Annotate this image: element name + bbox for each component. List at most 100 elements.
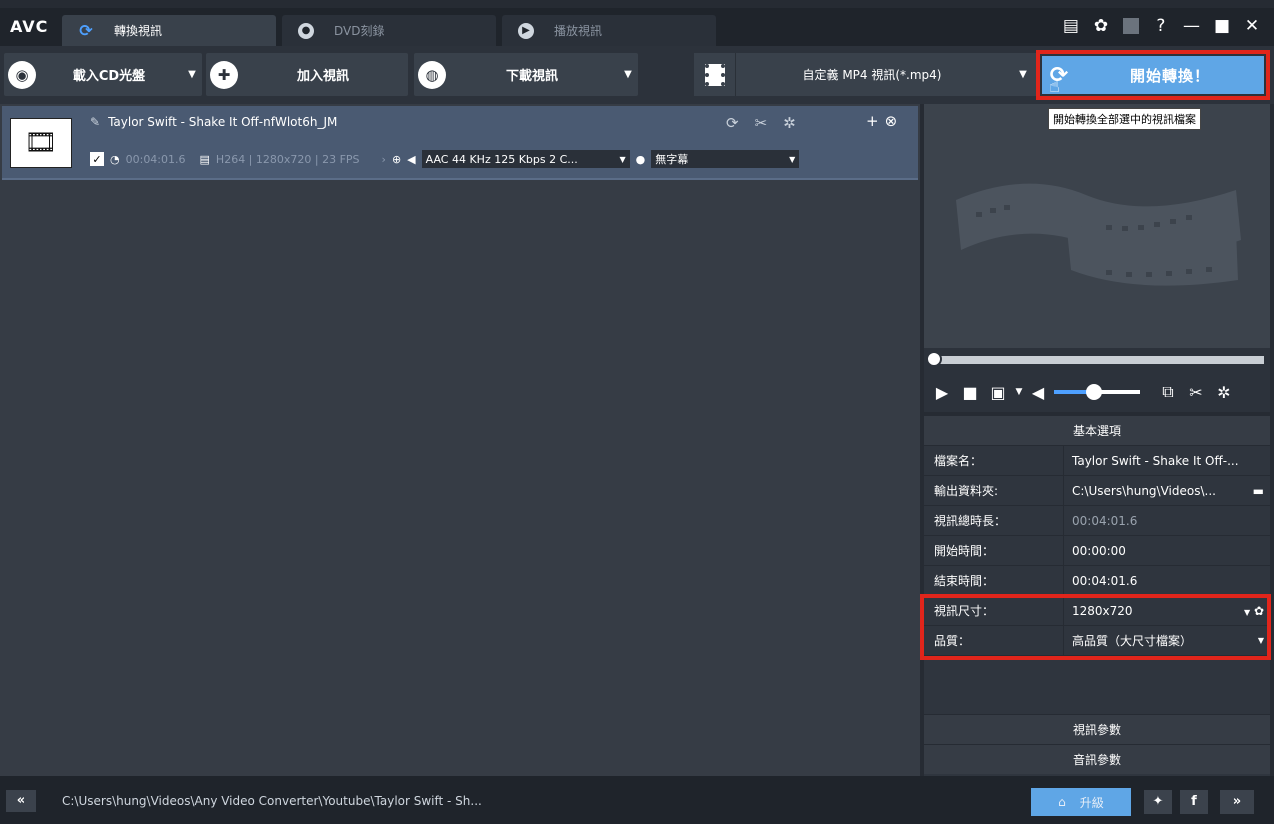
file-list[interactable]: 🎞 ✎ Taylor Swift - Shake It Off-nfWlot6h_… (0, 104, 920, 776)
tab-dvd-burn[interactable]: ● DVD刻錄 (282, 15, 496, 46)
refresh-icon[interactable]: ⟳ (726, 114, 739, 132)
list-item[interactable]: 🎞 ✎ Taylor Swift - Shake It Off-nfWlot6h_… (2, 106, 918, 180)
hand-cursor-icon: ☝ (1049, 76, 1060, 97)
file-title[interactable]: ✎ Taylor Swift - Shake It Off-nfWlot6h_JM (90, 115, 337, 129)
speaker-icon: ◀ (407, 152, 416, 166)
file-name: Taylor Swift - Shake It Off-nfWlot6h_JM (108, 115, 338, 129)
prop-value-text: C:\Users\hung\Videos\... (1072, 484, 1216, 498)
format-label: 自定義 MP4 視訊(*.mp4) (802, 68, 942, 82)
play-icon[interactable]: ▶ (928, 383, 956, 402)
copy-icon[interactable]: ⧉ (1154, 382, 1182, 402)
playback-progress[interactable] (924, 348, 1270, 372)
add-icon[interactable]: + (866, 112, 879, 130)
button-label: 開始轉換！ (1129, 66, 1210, 85)
title-bar: AVC ⟳ 轉換視訊 ● DVD刻錄 ▶ 播放視訊 ▤ ✿ ? — ■ ✕ (0, 8, 1274, 46)
add-video-button[interactable]: ✚ 加入視訊 (206, 53, 408, 96)
video-size-select[interactable]: 1280x720 ▼ ✿ (1064, 596, 1270, 625)
prop-row-output-folder: 輸出資料夾: C:\Users\hung\Videos\... ▬ (924, 476, 1270, 506)
prop-value[interactable]: Taylor Swift - Shake It Off-... (1064, 446, 1270, 475)
folder-icon[interactable]: ▬ (1253, 476, 1264, 505)
prop-row-filename: 檔案名： Taylor Swift - Shake It Off-... (924, 446, 1270, 476)
player-controls: ▶ ■ ▣ ▼ ◀ ⧉ ✂ ✲ (924, 372, 1270, 412)
stop-icon[interactable]: ■ (956, 383, 984, 402)
refresh-icon: ⟳ (79, 21, 93, 40)
expand-right-button[interactable]: » (1220, 790, 1254, 814)
volume-icon[interactable]: ◀ (1026, 383, 1050, 402)
prop-row-quality: 品質： 高品質（大尺寸檔案） ▼ (924, 626, 1270, 656)
scissors-icon[interactable]: ✂ (1182, 383, 1210, 402)
effects-icon[interactable]: ✲ (1210, 383, 1238, 402)
prop-value-text: 00:04:01.6 (1072, 574, 1138, 588)
gear-icon[interactable]: ✿ (1093, 16, 1109, 36)
prop-value[interactable]: C:\Users\hung\Videos\... ▬ (1064, 476, 1270, 505)
remove-icon[interactable]: ⊗ (885, 112, 898, 130)
quality-select[interactable]: 高品質（大尺寸檔案） ▼ (1064, 626, 1270, 655)
app-window: AVC ⟳ 轉換視訊 ● DVD刻錄 ▶ 播放視訊 ▤ ✿ ? — ■ ✕ ◉ … (0, 0, 1274, 824)
volume-handle[interactable] (1085, 384, 1102, 400)
scissors-icon[interactable]: ✂ (755, 114, 768, 132)
help-icon[interactable]: ? (1153, 16, 1169, 36)
maximize-icon[interactable]: ■ (1214, 16, 1230, 36)
tab-play-video[interactable]: ▶ 播放視訊 (502, 15, 716, 46)
gear-icon[interactable]: ✿ (1254, 604, 1264, 618)
prop-label: 輸出資料夾: (924, 476, 1064, 505)
chevron-down-icon[interactable]: ▼ (618, 69, 638, 80)
output-path: C:\Users\hung\Videos\Any Video Converter… (62, 794, 482, 808)
prop-value-text: 00:04:01.6 (1072, 514, 1138, 528)
basic-options-header[interactable]: 基本選項 (924, 416, 1270, 446)
tab-convert-video[interactable]: ⟳ 轉換視訊 (62, 15, 276, 46)
chevron-down-icon[interactable]: ▼ (1008, 69, 1038, 80)
subtitle-icon: ● (635, 152, 646, 166)
audio-track-value: AAC 44 KHz 125 Kbps 2 C... (425, 152, 578, 166)
facebook-icon[interactable]: f (1180, 790, 1208, 814)
button-label: 下載視訊 (505, 69, 558, 84)
prop-value-text: 高品質（大尺寸檔案） (1072, 634, 1193, 648)
divider (1122, 18, 1139, 34)
close-icon[interactable]: ✕ (1244, 16, 1260, 36)
status-bar: « C:\Users\hung\Videos\Any Video Convert… (0, 776, 1274, 824)
progress-track[interactable] (932, 356, 1264, 364)
prop-value[interactable]: 00:04:01.6 (1064, 566, 1270, 595)
chevron-down-icon[interactable]: ▼ (1012, 387, 1026, 397)
prop-label: 結束時間： (924, 566, 1064, 595)
progress-handle[interactable] (926, 351, 942, 367)
chevron-down-icon[interactable]: ▼ (1244, 608, 1250, 617)
start-convert-button[interactable]: ⟳ 開始轉換！ (1042, 56, 1264, 94)
chevron-down-icon[interactable]: ▼ (182, 69, 202, 80)
snapshot-icon[interactable]: ▣ (984, 383, 1012, 402)
audio-params-section[interactable]: 音訊參數 (924, 744, 1270, 774)
tab-label: 播放視訊 (554, 24, 603, 38)
twitter-icon[interactable]: ✦ (1144, 790, 1172, 814)
volume-slider[interactable] (1054, 384, 1140, 400)
chevron-down-icon[interactable]: ▼ (1258, 626, 1264, 655)
video-params-section[interactable]: 視訊參數 (924, 714, 1270, 744)
video-preview (924, 104, 1270, 348)
toolbar: ◉ 載入CD光盤 ▼ ✚ 加入視訊 ◍ 下載視訊 ▼ 自定義 MP4 視訊(*.… (0, 46, 1274, 104)
film-icon: ▤ (199, 152, 210, 166)
load-cd-button[interactable]: ◉ 載入CD光盤 ▼ (4, 53, 202, 96)
disc-add-icon: ◉ (8, 60, 36, 89)
minimize-icon[interactable]: — (1183, 16, 1200, 36)
output-format-select[interactable]: 自定義 MP4 視訊(*.mp4) ▼ (694, 53, 1038, 96)
start-highlight-box: ⟳ 開始轉換！ (1036, 50, 1270, 100)
subtitle-select[interactable]: 無字幕 ▼ (651, 150, 800, 168)
upgrade-button[interactable]: ⌂ 升級 (1031, 788, 1131, 816)
button-label: 加入視訊 (296, 69, 349, 84)
menu-icon[interactable]: ▤ (1063, 16, 1079, 36)
effects-icon[interactable]: ✲ (783, 114, 796, 132)
chevron-down-icon: ▼ (789, 154, 796, 164)
prop-value[interactable]: 00:00:00 (1064, 536, 1270, 565)
video-info-text: H264 | 1280x720 | 23 FPS (215, 152, 360, 166)
prop-value-text: 00:00:00 (1072, 544, 1126, 558)
prop-row-video-size: 視訊尺寸： 1280x720 ▼ ✿ (924, 596, 1270, 626)
item-tools-right: + ⊗ (866, 112, 897, 130)
prop-label: 品質： (924, 626, 1064, 655)
settings-icons: ▼ ✿ (1244, 596, 1264, 625)
home-icon: ⌂ (1058, 795, 1066, 809)
pencil-icon[interactable]: ✎ (90, 115, 100, 129)
select-checkbox[interactable]: ✓ (90, 152, 104, 166)
prop-row-end-time: 結束時間： 00:04:01.6 (924, 566, 1270, 596)
audio-track-select[interactable]: AAC 44 KHz 125 Kbps 2 C... ▼ (421, 150, 630, 168)
download-video-button[interactable]: ◍ 下載視訊 ▼ (414, 53, 638, 96)
collapse-left-button[interactable]: « (6, 790, 36, 812)
